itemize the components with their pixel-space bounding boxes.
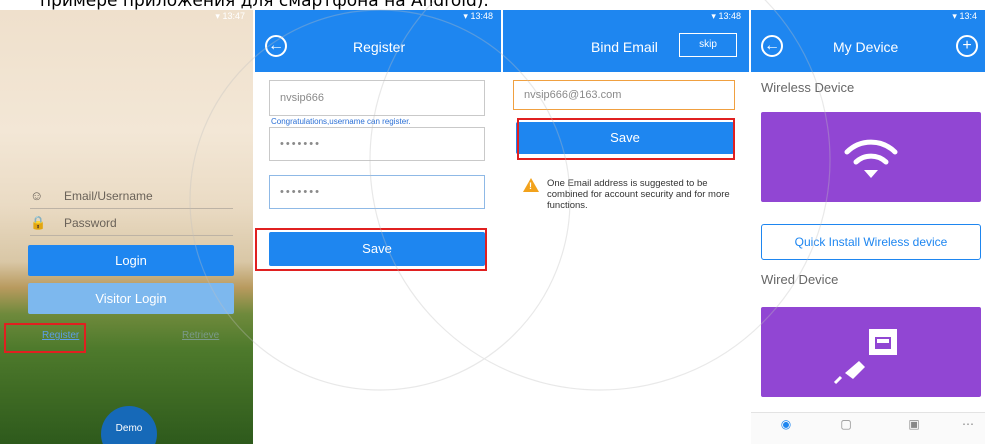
cloud-icon[interactable]: ▣ xyxy=(903,417,925,435)
wifi-icon: ▾ xyxy=(952,11,957,21)
back-icon[interactable]: ← xyxy=(761,35,783,57)
username-hint: Congratulations,username can register. xyxy=(271,117,411,126)
register-header: ← Register xyxy=(255,23,501,72)
status-time: 13:48 xyxy=(470,11,493,21)
password-field[interactable]: ••••••• xyxy=(269,127,485,161)
email-field[interactable]: nvsip666@163.com xyxy=(513,80,735,110)
more-icon[interactable]: ⋯ xyxy=(957,417,979,435)
bottom-tab-bar: ◉ ▢ ▣ ⋯ xyxy=(751,412,985,444)
my-device-screen: ▾ 13:4 ← My Device + Wireless Device Qui… xyxy=(751,10,985,444)
wifi-icon: ▾ xyxy=(463,11,468,21)
user-icon: ☺ xyxy=(30,188,44,203)
visitor-login-button[interactable]: Visitor Login xyxy=(28,283,234,314)
back-icon[interactable]: ← xyxy=(265,35,287,57)
bind-email-header: Bind Email skip xyxy=(503,23,749,72)
quick-install-button[interactable]: Quick Install Wireless device xyxy=(761,224,981,260)
ethernet-icon xyxy=(833,329,897,385)
skip-button[interactable]: skip xyxy=(679,33,737,57)
wired-device-label: Wired Device xyxy=(761,272,839,287)
password-placeholder: Password xyxy=(64,216,117,230)
wireless-device-card[interactable] xyxy=(761,112,981,202)
caption-strip: примере приложения для смартфона на Andr… xyxy=(0,0,985,10)
add-icon[interactable]: + xyxy=(956,35,978,57)
status-bar: ▾ 13:48 xyxy=(255,10,501,23)
status-bar: ▾ 13:47 xyxy=(0,10,253,23)
register-screen: ▾ 13:48 ← Register nvsip666 Congratulati… xyxy=(255,10,501,444)
warning-icon: ! xyxy=(523,178,539,192)
login-button[interactable]: Login xyxy=(28,245,234,276)
status-time: 13:48 xyxy=(718,11,741,21)
username-field[interactable]: nvsip666 xyxy=(269,80,485,116)
email-placeholder: Email/Username xyxy=(64,189,153,203)
password-field[interactable]: 🔒 Password xyxy=(30,210,233,236)
save-highlight xyxy=(255,228,487,271)
email-warning: ! One Email address is suggested to be c… xyxy=(519,178,741,211)
bind-email-title: Bind Email xyxy=(591,39,658,55)
warning-text: One Email address is suggested to be com… xyxy=(547,178,730,211)
lock-icon: 🔒 xyxy=(30,215,47,230)
status-bar: ▾ 13:4 xyxy=(751,10,985,23)
camera-icon[interactable]: ◉ xyxy=(775,417,797,435)
my-device-header: ← My Device + xyxy=(751,23,985,72)
retrieve-link[interactable]: Retrieve xyxy=(182,330,219,341)
login-screen: ▾ 13:47 ☺ Email/Username 🔒 Password Logi… xyxy=(0,10,253,444)
email-field[interactable]: ☺ Email/Username xyxy=(30,183,233,209)
status-bar: ▾ 13:48 xyxy=(503,10,749,23)
wifi-large-icon xyxy=(844,139,898,178)
status-time: 13:4 xyxy=(959,11,977,21)
status-time: 13:47 xyxy=(222,11,245,21)
message-icon[interactable]: ▢ xyxy=(835,417,857,435)
register-title: Register xyxy=(353,39,406,55)
wifi-icon: ▾ xyxy=(711,11,716,21)
register-highlight xyxy=(4,323,86,353)
caption-text: примере приложения для смартфона на Andr… xyxy=(40,0,489,10)
save-highlight xyxy=(517,118,735,160)
wired-device-card[interactable] xyxy=(761,307,981,397)
bind-email-screen: ▾ 13:48 Bind Email skip nvsip666@163.com… xyxy=(503,10,749,444)
my-device-title: My Device xyxy=(833,39,899,55)
wifi-icon: ▾ xyxy=(215,11,220,21)
wireless-device-label: Wireless Device xyxy=(761,80,855,95)
confirm-password-field[interactable]: ••••••• xyxy=(269,175,485,209)
